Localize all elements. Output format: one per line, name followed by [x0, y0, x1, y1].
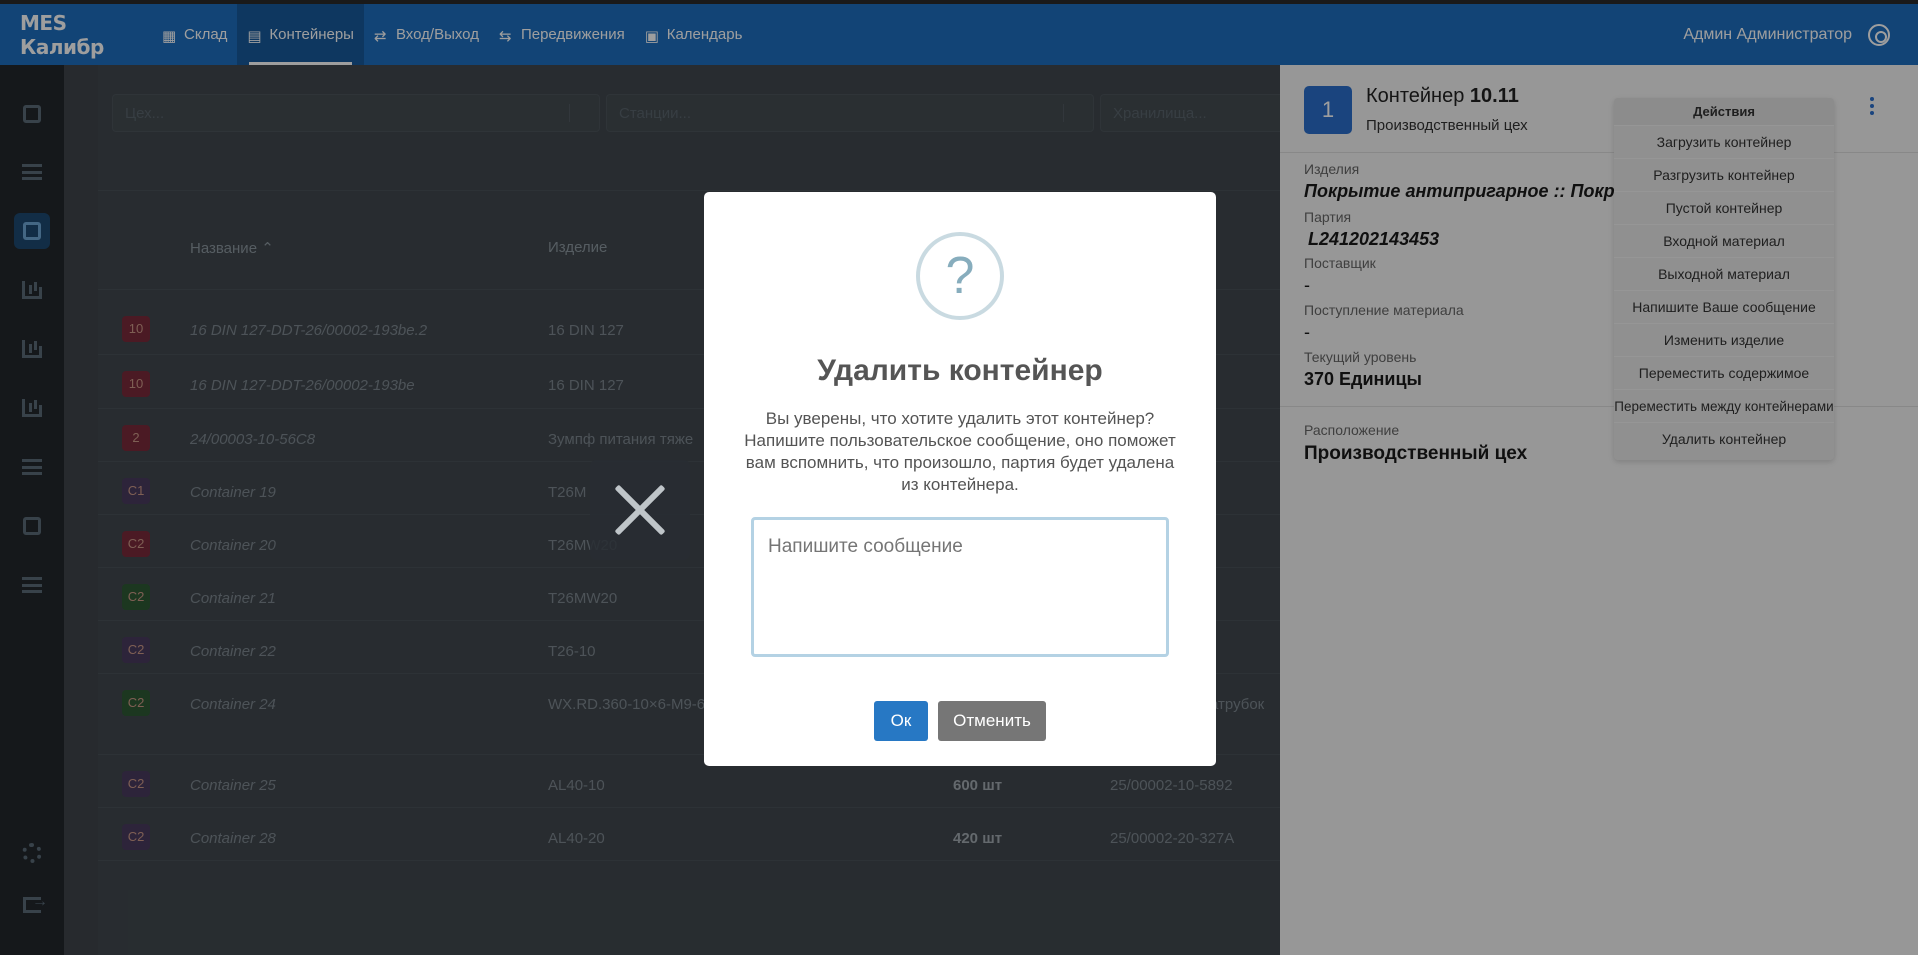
- message-input[interactable]: [751, 517, 1169, 657]
- ok-button[interactable]: Ок: [874, 701, 928, 741]
- delete-container-dialog: ? Удалить контейнер Вы уверены, что хоти…: [704, 192, 1216, 766]
- close-icon[interactable]: [590, 460, 690, 560]
- dialog-message: Вы уверены, что хотите удалить этот конт…: [744, 409, 1176, 494]
- dialog-title: Удалить контейнер: [817, 354, 1103, 387]
- cancel-button[interactable]: Отменить: [938, 701, 1046, 741]
- question-icon: ?: [916, 232, 1004, 320]
